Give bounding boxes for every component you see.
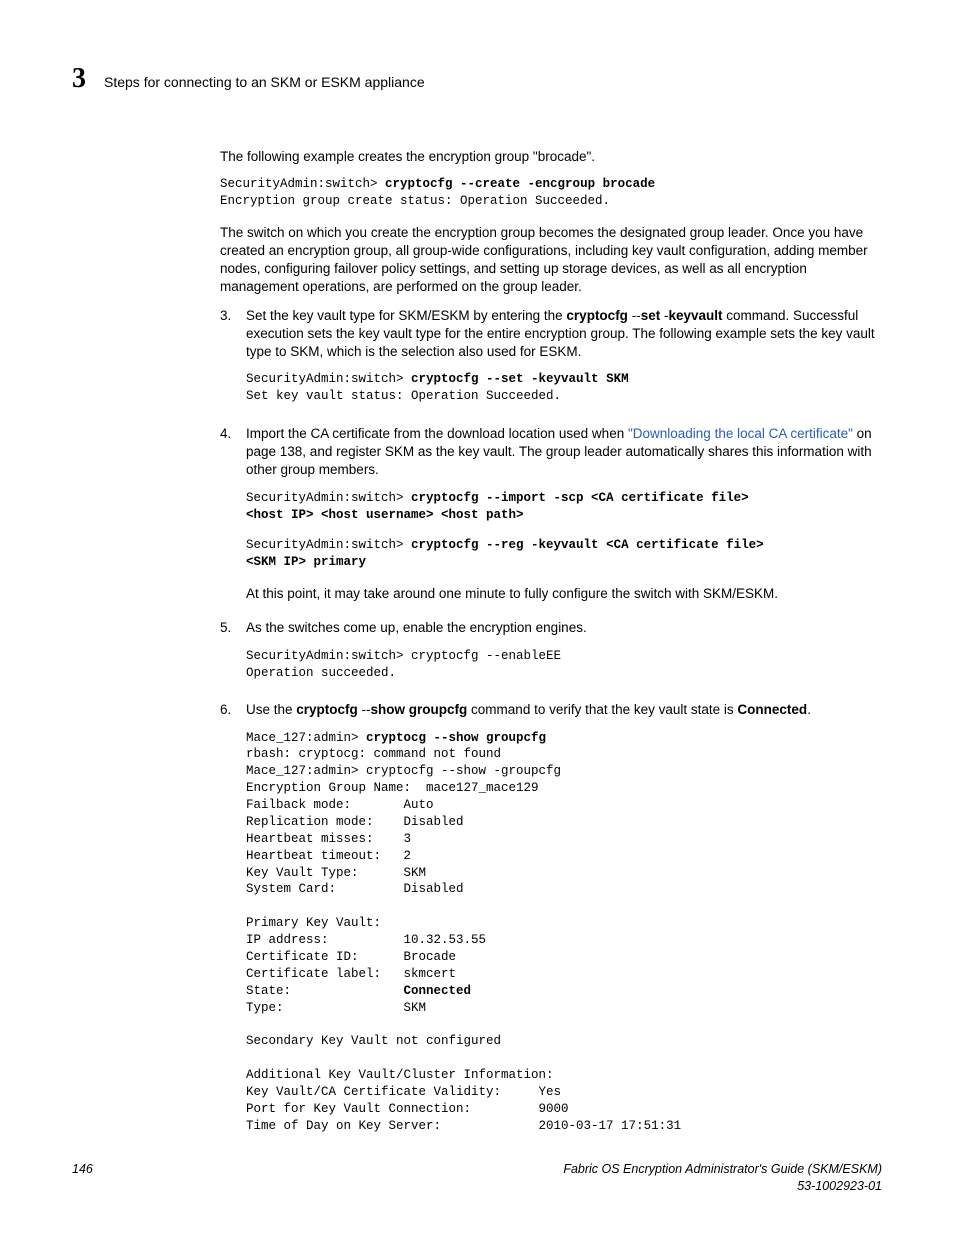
step-number: 5.	[220, 619, 246, 695]
step-4: 4. Import the CA certificate from the do…	[220, 425, 882, 613]
page-header: 3 Steps for connecting to an SKM or ESKM…	[72, 60, 882, 98]
code-block-reg: SecurityAdmin:switch> cryptocfg --reg -k…	[246, 537, 882, 571]
step-3: 3. Set the key vault type for SKM/ESKM b…	[220, 307, 882, 419]
chapter-number: 3	[72, 60, 86, 98]
page-footer: 146 Fabric OS Encryption Administrator's…	[72, 1161, 882, 1195]
link-download-ca[interactable]: "Downloading the local CA certificate"	[628, 426, 853, 441]
group-leader-paragraph: The switch on which you create the encry…	[220, 224, 882, 297]
code-block-import: SecurityAdmin:switch> cryptocfg --import…	[246, 490, 882, 524]
step-number: 4.	[220, 425, 246, 613]
code-block-enableee: SecurityAdmin:switch> cryptocfg --enable…	[246, 648, 882, 682]
step-3-text: Set the key vault type for SKM/ESKM by e…	[246, 307, 882, 362]
step-number: 6.	[220, 701, 246, 1148]
code-block-set-keyvault: SecurityAdmin:switch> cryptocfg --set -k…	[246, 371, 882, 405]
step-6: 6. Use the cryptocfg --show groupcfg com…	[220, 701, 882, 1148]
step-4-text: Import the CA certificate from the downl…	[246, 425, 882, 480]
step-5-text: As the switches come up, enable the encr…	[246, 619, 882, 637]
intro-paragraph: The following example creates the encryp…	[220, 148, 882, 166]
code-block-groupcfg: Mace_127:admin> cryptocg --show groupcfg…	[246, 730, 882, 1135]
footer-doc-info: Fabric OS Encryption Administrator's Gui…	[563, 1161, 882, 1195]
step-4-after: At this point, it may take around one mi…	[246, 585, 882, 603]
page-number: 146	[72, 1161, 93, 1195]
step-6-text: Use the cryptocfg --show groupcfg comman…	[246, 701, 882, 719]
step-5: 5. As the switches come up, enable the e…	[220, 619, 882, 695]
step-number: 3.	[220, 307, 246, 419]
code-block-create: SecurityAdmin:switch> cryptocfg --create…	[220, 176, 882, 210]
chapter-title: Steps for connecting to an SKM or ESKM a…	[104, 73, 425, 92]
